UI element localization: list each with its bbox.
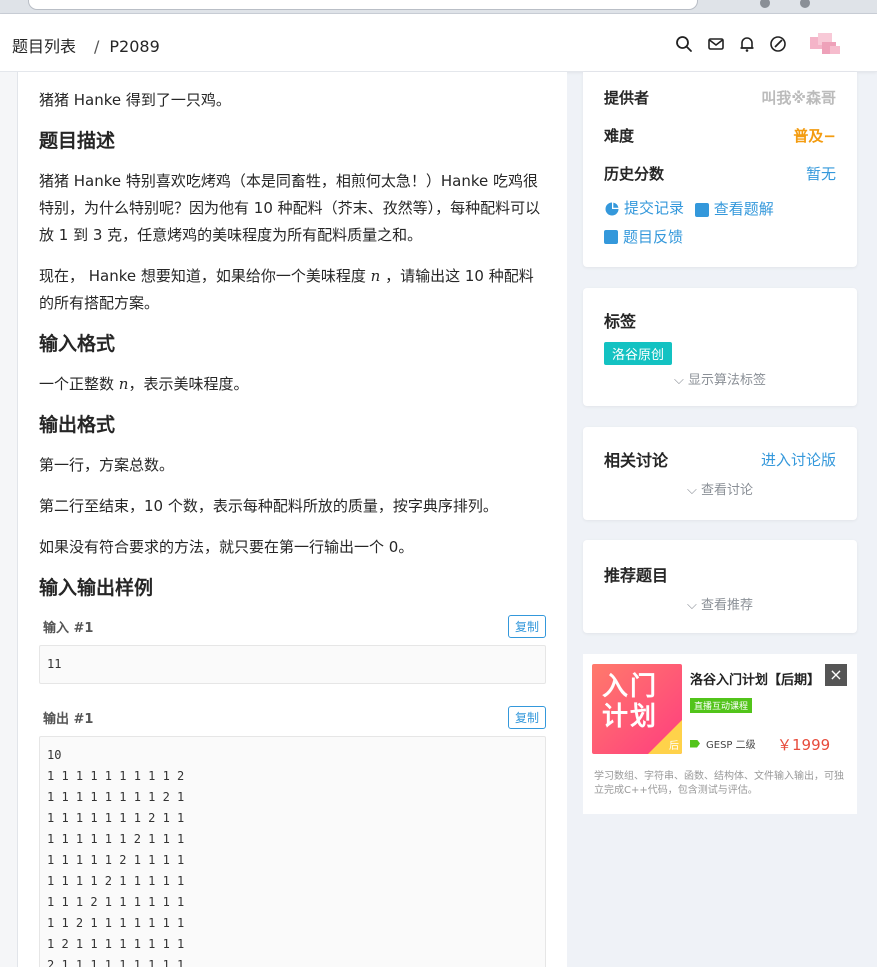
math-var-n: n bbox=[370, 267, 381, 285]
input-format-text: 一个正整数 n，表示美味程度。 bbox=[39, 371, 546, 398]
discussion-card: 相关讨论 进入讨论版 ⌵ 查看讨论 bbox=[583, 427, 857, 520]
view-recommend[interactable]: ⌵ 查看推荐 bbox=[604, 594, 836, 613]
ad-live-badge: 直播互动课程 bbox=[690, 698, 753, 713]
ad-tag: GESP 二级 bbox=[706, 740, 756, 751]
difficulty-value: 普及− bbox=[793, 126, 836, 145]
recommend-title: 推荐题目 bbox=[604, 566, 669, 585]
difficulty-label: 难度 bbox=[604, 126, 635, 145]
feedback-link[interactable]: 题目反馈 bbox=[604, 225, 683, 250]
tags-card: 标签 洛谷原创 ⌵ 显示算法标签 bbox=[583, 288, 857, 406]
math-var-n: n bbox=[118, 375, 129, 393]
pie-chart-icon bbox=[605, 202, 619, 215]
extension-icon[interactable] bbox=[760, 0, 770, 8]
output-format-line-1: 第一行，方案总数。 bbox=[39, 456, 175, 474]
browser-toolbar bbox=[0, 0, 877, 14]
history-score-value: 暂无 bbox=[805, 164, 836, 183]
book-icon bbox=[694, 202, 709, 217]
list-icon bbox=[604, 230, 618, 244]
breadcrumb-problem-list[interactable]: 题目列表 bbox=[12, 37, 76, 56]
problem-links: 提交记录 查看题解 题目反馈 bbox=[583, 196, 857, 252]
chevron-down-icon: ⌵ bbox=[673, 373, 688, 388]
provider-label: 提供者 bbox=[604, 88, 650, 107]
view-discussion[interactable]: ⌵ 查看讨论 bbox=[604, 479, 836, 498]
top-header: 题目列表 / P2089 bbox=[0, 14, 877, 72]
output-format-line-2: 第二行至结束，10 个数，表示每种配料所放的质量，按字典序排列。 bbox=[39, 497, 498, 515]
recommend-card: 推荐题目 ⌵ 查看推荐 bbox=[583, 540, 857, 633]
enter-discussion-link[interactable]: 进入讨论版 bbox=[761, 449, 836, 470]
output-sample-label: 输出 #1 bbox=[43, 711, 94, 727]
ad-title[interactable]: 洛谷入门计划【后期】 bbox=[690, 669, 820, 688]
output-format-heading: 输出格式 bbox=[39, 414, 116, 436]
chevron-down-icon: ⌵ bbox=[686, 483, 701, 498]
view-solution-link[interactable]: 查看题解 bbox=[694, 197, 774, 222]
problem-content: 猪猪 Hanke 得到了一只鸡。 题目描述 猪猪 Hanke 特别喜欢吃烤鸡（本… bbox=[18, 72, 567, 967]
input-sample-header: 输入 #1 复制 bbox=[39, 613, 546, 639]
ad-tag-row: GESP 二级 bbox=[690, 736, 756, 751]
difficulty-row: 难度 普及− bbox=[583, 116, 857, 154]
copy-output-button[interactable]: 复制 bbox=[507, 705, 546, 729]
show-algorithm-tags[interactable]: ⌵ 显示算法标签 bbox=[604, 369, 836, 388]
address-bar[interactable] bbox=[28, 0, 698, 10]
provider-row: 提供者 叫我※森哥 bbox=[583, 78, 857, 116]
breadcrumb: 题目列表 / P2089 bbox=[12, 33, 168, 57]
advertisement[interactable]: 入门 计划 后 洛谷入门计划【后期】 × 直播互动课程 GESP 二级 ￥199… bbox=[583, 654, 857, 814]
breadcrumb-current: P2089 bbox=[109, 37, 160, 56]
tag-icon bbox=[690, 739, 700, 748]
desc-text-a: 现在， Hanke 想要知道，如果给你一个美味程度 bbox=[39, 267, 371, 285]
input-format-heading: 输入格式 bbox=[39, 333, 116, 355]
input-text-a: 一个正整数 bbox=[39, 375, 119, 393]
samples-heading: 输入输出样例 bbox=[39, 577, 154, 599]
submission-record-link[interactable]: 提交记录 bbox=[604, 196, 684, 221]
history-score-label: 历史分数 bbox=[604, 164, 665, 183]
copy-input-button[interactable]: 复制 bbox=[507, 614, 546, 638]
provider-value[interactable]: 叫我※森哥 bbox=[761, 87, 836, 108]
tags-title: 标签 bbox=[604, 312, 637, 331]
tag-luogu-original[interactable]: 洛谷原创 bbox=[604, 342, 673, 365]
breadcrumb-separator: / bbox=[94, 37, 100, 56]
input-sample-box: 11 bbox=[39, 645, 546, 684]
ad-description: 学习数组、字符串、函数、结构体、文件输入输出，可独立完成C++代码，包含测试与评… bbox=[594, 771, 844, 796]
history-score-row: 历史分数 暂无 bbox=[583, 154, 857, 192]
discussion-title: 相关讨论 bbox=[604, 451, 669, 470]
problem-info-card: 提供者 叫我※森哥 难度 普及− 历史分数 暂无 提交记录 查看题解 题目反馈 bbox=[583, 72, 857, 267]
left-sidebar-edge bbox=[0, 72, 18, 967]
avatar[interactable] bbox=[808, 32, 842, 58]
search-icon[interactable] bbox=[674, 34, 694, 54]
ad-image: 入门 计划 后 bbox=[592, 664, 682, 754]
problem-background: 猪猪 Hanke 得到了一只鸡。 bbox=[39, 91, 231, 109]
input-sample-label: 输入 #1 bbox=[43, 620, 94, 636]
description-heading: 题目描述 bbox=[39, 130, 116, 152]
ad-close-button[interactable]: × bbox=[825, 664, 847, 686]
menu-icon[interactable] bbox=[800, 0, 810, 8]
output-sample-header: 输出 #1 复制 bbox=[39, 704, 546, 730]
bell-icon[interactable] bbox=[737, 34, 757, 54]
output-format-line-3: 如果没有符合要求的方法，就只要在第一行输出一个 0。 bbox=[39, 538, 414, 556]
ad-image-corner-text: 后 bbox=[669, 741, 679, 752]
mail-icon[interactable] bbox=[706, 34, 726, 54]
input-text-b: ，表示美味程度。 bbox=[128, 375, 249, 393]
output-sample-box: 10 1 1 1 1 1 1 1 1 1 2 1 1 1 1 1 1 1 1 2… bbox=[39, 736, 546, 967]
description-paragraph-2: 现在， Hanke 想要知道，如果给你一个美味程度 n ，请输出这 10 种配料… bbox=[39, 263, 546, 317]
ad-price: ￥1999 bbox=[777, 736, 831, 754]
chevron-down-icon: ⌵ bbox=[686, 598, 701, 613]
edit-icon[interactable] bbox=[768, 34, 788, 54]
description-paragraph-1: 猪猪 Hanke 特别喜欢吃烤鸡（本是同畜牲，相煎何太急！）Hanke 吃鸡很特… bbox=[39, 172, 541, 244]
